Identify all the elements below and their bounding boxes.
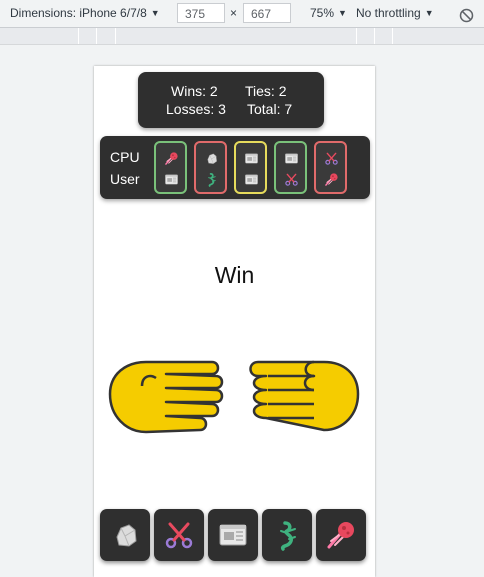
history-round-1-win bbox=[154, 141, 187, 194]
history-round-3-tie bbox=[234, 141, 267, 194]
history-user-choice bbox=[244, 172, 259, 187]
media-query-ruler[interactable] bbox=[0, 28, 484, 45]
round-result: Win bbox=[214, 262, 255, 288]
history-user-choice bbox=[164, 172, 179, 187]
paper-icon bbox=[165, 174, 178, 185]
history-cpu-choice bbox=[164, 151, 179, 166]
width-input[interactable]: 375 bbox=[177, 3, 225, 23]
dropdown-caret-icon: ▼ bbox=[424, 8, 434, 18]
history-cpu-choice bbox=[204, 151, 219, 166]
history-round-2-loss bbox=[194, 141, 227, 194]
throttle-label: No throttling bbox=[356, 6, 421, 20]
user-row-label: User bbox=[110, 171, 140, 187]
total-count: Total: 7 bbox=[247, 101, 293, 117]
times-symbol: × bbox=[230, 6, 238, 20]
scissors-button[interactable] bbox=[154, 509, 204, 561]
history-user-choice bbox=[204, 172, 219, 187]
height-input[interactable]: 667 bbox=[243, 3, 291, 23]
spock-icon bbox=[325, 173, 338, 186]
lizard-button[interactable] bbox=[262, 509, 312, 561]
history-user-choice bbox=[284, 172, 299, 187]
cpu-row-label: CPU bbox=[110, 149, 140, 165]
scoreboard: Wins: 2 Ties: 2 Losses: 3 Total: 7 bbox=[138, 72, 324, 128]
paper-icon bbox=[219, 524, 247, 546]
history-cpu-choice bbox=[284, 151, 299, 166]
spock-icon bbox=[165, 152, 178, 165]
cpu-paper-hand-icon bbox=[108, 360, 224, 434]
scissors-icon bbox=[325, 152, 338, 165]
dimensions-label: Dimensions: iPhone 6/7/8 bbox=[10, 6, 147, 20]
history-cpu-choice bbox=[244, 151, 259, 166]
paper-icon bbox=[245, 153, 258, 164]
throttle-dropdown[interactable]: No throttling ▼ bbox=[356, 0, 434, 27]
losses-count: Losses: 3 bbox=[166, 101, 226, 117]
user-rock-hand-icon bbox=[249, 360, 360, 432]
devtools-toolbar: Dimensions: iPhone 6/7/8 ▼ 375 × 667 75% ▼… bbox=[0, 0, 484, 28]
ties-count: Ties: 2 bbox=[245, 83, 287, 99]
history-round-5-loss bbox=[314, 141, 347, 194]
rock-icon bbox=[116, 524, 137, 547]
zoom-dropdown[interactable]: 75% ▼ bbox=[310, 0, 347, 27]
round-history: CPU User bbox=[100, 136, 370, 199]
rock-icon bbox=[207, 153, 217, 164]
lizard-icon bbox=[208, 173, 216, 187]
lizard-icon bbox=[280, 521, 296, 551]
history-cpu-choice bbox=[324, 151, 339, 166]
dropdown-caret-icon: ▼ bbox=[150, 8, 160, 18]
history-round-4-win bbox=[274, 141, 307, 194]
paper-icon bbox=[245, 174, 258, 185]
scissors-icon bbox=[165, 522, 193, 549]
rock-button[interactable] bbox=[100, 509, 150, 561]
paper-icon bbox=[285, 153, 298, 164]
choice-buttons bbox=[100, 509, 370, 561]
spock-button[interactable] bbox=[316, 509, 366, 561]
dropdown-caret-icon: ▼ bbox=[338, 8, 347, 18]
paper-button[interactable] bbox=[208, 509, 258, 561]
rotate-icon[interactable] bbox=[459, 6, 474, 23]
zoom-label: 75% bbox=[310, 6, 335, 20]
spock-icon bbox=[327, 522, 354, 549]
dimensions-dropdown[interactable]: Dimensions: iPhone 6/7/8 ▼ bbox=[10, 0, 160, 27]
history-user-choice bbox=[324, 172, 339, 187]
scissors-icon bbox=[285, 173, 298, 186]
device-screen: Wins: 2 Ties: 2 Losses: 3 Total: 7 CPU U… bbox=[94, 66, 375, 577]
wins-count: Wins: 2 bbox=[171, 83, 218, 99]
